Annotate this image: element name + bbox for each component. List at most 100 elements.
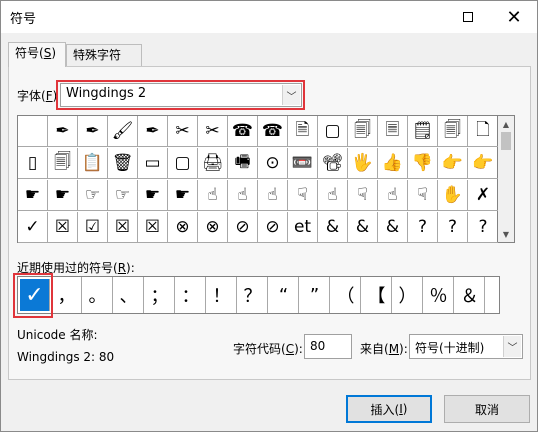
symbol-cell[interactable]: ✋: [438, 180, 468, 211]
symbol-cell[interactable]: &: [318, 212, 348, 243]
symbol-cell[interactable]: ✗: [468, 180, 498, 211]
recent-symbol[interactable]: ：: [176, 277, 206, 313]
recent-symbol[interactable]: （: [331, 277, 361, 313]
symbol-cell[interactable]: ☞: [78, 180, 108, 211]
symbol-cell[interactable]: ⊙: [258, 148, 288, 179]
symbol-cell[interactable]: ✒: [78, 116, 108, 147]
symbol-cell[interactable]: ?: [408, 212, 438, 243]
symbol-cell[interactable]: 👉: [438, 148, 468, 179]
recent-symbol[interactable]: 【: [362, 277, 392, 313]
symbol-cell[interactable]: ☝: [258, 180, 288, 211]
symbol-cell[interactable]: ☞: [108, 180, 138, 211]
symbol-cell[interactable]: [18, 116, 48, 147]
symbol-cell[interactable]: 👎: [408, 148, 438, 179]
scroll-down-icon[interactable]: ▼: [498, 226, 514, 242]
from-select[interactable]: 符号(十进制) ﹀: [409, 334, 523, 359]
recent-symbol[interactable]: ＆: [455, 277, 485, 313]
symbol-cell[interactable]: ☛: [138, 180, 168, 211]
symbol-cell[interactable]: 🗐: [48, 148, 78, 179]
symbol-cell[interactable]: ⊗: [168, 212, 198, 243]
tab-symbols-label: 符号(: [15, 46, 44, 60]
recent-symbol[interactable]: 。: [83, 277, 113, 313]
symbol-cell[interactable]: ☟: [348, 180, 378, 211]
symbol-cell[interactable]: 🖌: [108, 116, 138, 147]
symbol-cell[interactable]: et: [288, 212, 318, 243]
recent-symbols-list[interactable]: ✓，。、；：！？ “” （【）％＆: [17, 276, 500, 314]
scroll-thumb[interactable]: [501, 132, 511, 150]
recent-highlight-box: [13, 273, 53, 318]
close-button[interactable]: ✕: [491, 1, 537, 33]
recent-symbol[interactable]: ，: [52, 277, 82, 313]
symbol-cell[interactable]: ☒: [108, 212, 138, 243]
symbol-cell[interactable]: ☝: [228, 180, 258, 211]
symbol-cell[interactable]: 📽: [318, 148, 348, 179]
tab-symbols[interactable]: 符号(S): [8, 42, 66, 67]
symbol-cell[interactable]: 👍: [378, 148, 408, 179]
symbol-grid-scrollbar[interactable]: ▲ ▼: [498, 115, 515, 243]
symbol-cell[interactable]: &: [378, 212, 408, 243]
symbol-cell[interactable]: ✂: [168, 116, 198, 147]
symbol-cell[interactable]: 📼: [288, 148, 318, 179]
symbol-cell[interactable]: 🗎: [288, 116, 318, 147]
recent-symbol[interactable]: 、: [114, 277, 144, 313]
symbol-cell[interactable]: 🗒: [408, 116, 438, 147]
symbol-cell[interactable]: ▯: [18, 148, 48, 179]
title-bar: 符号 ✕: [1, 1, 537, 33]
symbol-cell[interactable]: ✒: [48, 116, 78, 147]
recent-symbol[interactable]: ）: [393, 277, 423, 313]
symbol-cell[interactable]: &: [348, 212, 378, 243]
symbol-cell[interactable]: ⊘: [258, 212, 288, 243]
recent-symbol[interactable]: ”: [300, 277, 330, 313]
recent-symbol[interactable]: ？: [238, 277, 268, 313]
symbol-cell[interactable]: ☝: [198, 180, 228, 211]
symbol-grid[interactable]: ✒ ✒ 🖌 ✒ ✂ ✂ ☎ ☎ 🗎 ▢ 🗐 🗏 🗒 🗐 🗋 ▯ 🗐 📋 🗑 ▭ ▢ 🖨 🖷 ⊙ 📼 📽 🖐 👍 👎 👉 👉 ☛ ☛ ☞ ☞ ☛ ☛ ☝ ☝ ☝…: [17, 115, 498, 243]
symbol-cell[interactable]: 🗐: [438, 116, 468, 147]
symbol-cell[interactable]: ☎: [228, 116, 258, 147]
symbol-cell[interactable]: 🗋: [468, 116, 498, 147]
symbol-cell[interactable]: ☟: [288, 180, 318, 211]
recent-symbol[interactable]: ；: [145, 277, 175, 313]
symbol-cell[interactable]: ✓: [18, 212, 48, 243]
symbol-cell[interactable]: ☛: [48, 180, 78, 211]
insert-button[interactable]: 插入(I): [346, 395, 432, 423]
symbol-cell[interactable]: ?: [438, 212, 468, 243]
symbol-cell[interactable]: ⊗: [198, 212, 228, 243]
symbol-cell[interactable]: ☝: [318, 180, 348, 211]
symbol-cell[interactable]: ▭: [138, 148, 168, 179]
symbol-cell[interactable]: ▢: [318, 116, 348, 147]
symbol-cell[interactable]: ▢: [168, 148, 198, 179]
symbol-cell[interactable]: ✒: [138, 116, 168, 147]
symbol-cell[interactable]: ☎: [258, 116, 288, 147]
symbol-cell[interactable]: 🖷: [228, 148, 258, 179]
symbol-cell[interactable]: ☑: [78, 212, 108, 243]
symbol-cell[interactable]: ☒: [138, 212, 168, 243]
symbol-cell[interactable]: ⊘: [228, 212, 258, 243]
chevron-down-icon[interactable]: ﹀: [503, 336, 521, 357]
maximize-icon: [463, 12, 473, 22]
char-code-input[interactable]: 80: [304, 334, 352, 359]
tab-special-characters[interactable]: 特殊字符(P): [66, 44, 142, 82]
symbol-dialog: 符号 ✕ 符号(S) 特殊字符(P) 字体(F) Wingdings 2 ﹀ ✒…: [0, 0, 538, 432]
maximize-button[interactable]: [445, 1, 491, 33]
symbol-cell[interactable]: 📋: [78, 148, 108, 179]
symbol-cell[interactable]: ☟: [408, 180, 438, 211]
cancel-button[interactable]: 取消: [444, 395, 530, 423]
scroll-up-icon[interactable]: ▲: [498, 116, 514, 132]
symbol-cell[interactable]: 🗐: [348, 116, 378, 147]
dialog-title: 符号: [10, 12, 37, 27]
recent-symbol[interactable]: ％: [424, 277, 454, 313]
symbol-cell[interactable]: ☛: [168, 180, 198, 211]
symbol-cell[interactable]: 👉: [468, 148, 498, 179]
symbol-cell[interactable]: ☛: [18, 180, 48, 211]
symbol-cell[interactable]: ✂: [198, 116, 228, 147]
recent-symbol[interactable]: ！: [207, 277, 237, 313]
symbol-cell[interactable]: 🖐: [348, 148, 378, 179]
symbol-cell[interactable]: 🗏: [378, 116, 408, 147]
recent-symbol[interactable]: “: [269, 277, 299, 313]
symbol-cell[interactable]: 🗑: [108, 148, 138, 179]
font-highlight-box: [56, 80, 305, 110]
symbol-cell[interactable]: 🖨: [198, 148, 228, 179]
symbol-cell[interactable]: ?: [468, 212, 498, 243]
symbol-cell[interactable]: ☒: [48, 212, 78, 243]
symbol-cell[interactable]: ☝: [378, 180, 408, 211]
